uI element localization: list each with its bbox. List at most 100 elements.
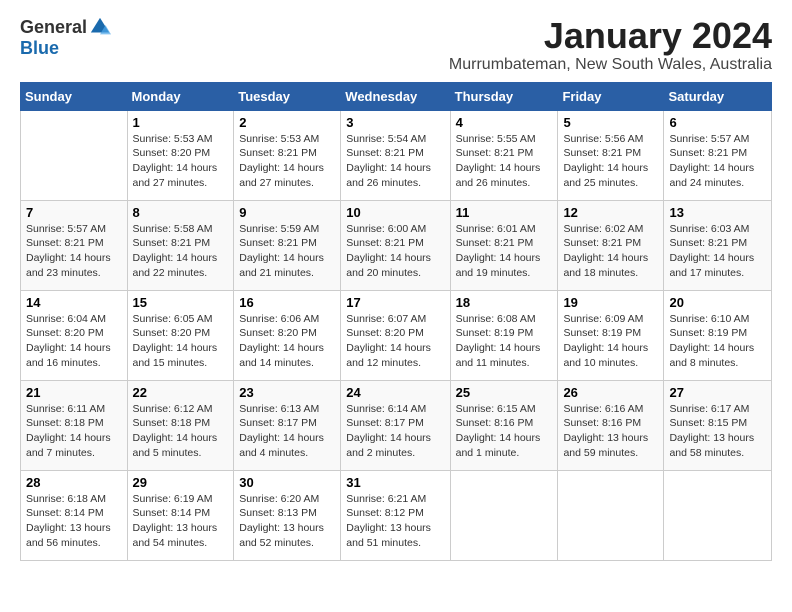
- calendar-cell: 15 Sunrise: 6:05 AM Sunset: 8:20 PM Dayli…: [127, 290, 234, 380]
- day-info: Sunrise: 6:01 AM Sunset: 8:21 PM Dayligh…: [456, 222, 553, 281]
- calendar-cell: 9 Sunrise: 5:59 AM Sunset: 8:21 PM Daylig…: [234, 200, 341, 290]
- day-number: 30: [239, 475, 335, 490]
- day-number: 29: [133, 475, 229, 490]
- day-info: Sunrise: 5:54 AM Sunset: 8:21 PM Dayligh…: [346, 132, 444, 191]
- day-number: 21: [26, 385, 122, 400]
- calendar-cell: 10Sunrise: 6:00 AM Sunset: 8:21 PM Dayli…: [341, 200, 450, 290]
- day-info: Sunrise: 6:05 AM Sunset: 8:20 PM Dayligh…: [133, 312, 229, 371]
- calendar-cell: [664, 470, 772, 560]
- day-info: Sunrise: 6:11 AM Sunset: 8:18 PM Dayligh…: [26, 402, 122, 461]
- day-info: Sunrise: 6:04 AM Sunset: 8:20 PM Dayligh…: [26, 312, 122, 371]
- calendar-week-3: 21 Sunrise: 6:11 AM Sunset: 8:18 PM Dayli…: [21, 380, 772, 470]
- calendar-cell: [558, 470, 664, 560]
- day-number: 8: [133, 205, 229, 220]
- day-info: Sunrise: 5:53 AM Sunset: 8:20 PM Dayligh…: [133, 132, 229, 191]
- calendar-table: SundayMondayTuesdayWednesdayThursdayFrid…: [20, 82, 772, 561]
- calendar-cell: 31 Sunrise: 6:21 AM Sunset: 8:12 PM Dayli…: [341, 470, 450, 560]
- calendar-cell: 4 Sunrise: 5:55 AM Sunset: 8:21 PM Daylig…: [450, 110, 558, 200]
- header-day-saturday: Saturday: [664, 82, 772, 110]
- calendar-cell: 26Sunrise: 6:16 AM Sunset: 8:16 PM Dayli…: [558, 380, 664, 470]
- day-number: 5: [563, 115, 658, 130]
- day-info: Sunrise: 6:19 AM Sunset: 8:14 PM Dayligh…: [133, 492, 229, 551]
- day-info: Sunrise: 5:59 AM Sunset: 8:21 PM Dayligh…: [239, 222, 335, 281]
- calendar-cell: [450, 470, 558, 560]
- day-number: 24: [346, 385, 444, 400]
- day-info: Sunrise: 6:08 AM Sunset: 8:19 PM Dayligh…: [456, 312, 553, 371]
- calendar-cell: 27 Sunrise: 6:17 AM Sunset: 8:15 PM Dayli…: [664, 380, 772, 470]
- calendar-cell: 30 Sunrise: 6:20 AM Sunset: 8:13 PM Dayli…: [234, 470, 341, 560]
- day-info: Sunrise: 5:58 AM Sunset: 8:21 PM Dayligh…: [133, 222, 229, 281]
- day-number: 19: [563, 295, 658, 310]
- day-number: 31: [346, 475, 444, 490]
- day-number: 13: [669, 205, 766, 220]
- day-info: Sunrise: 6:17 AM Sunset: 8:15 PM Dayligh…: [669, 402, 766, 461]
- day-info: Sunrise: 6:03 AM Sunset: 8:21 PM Dayligh…: [669, 222, 766, 281]
- calendar-cell: 8 Sunrise: 5:58 AM Sunset: 8:21 PM Daylig…: [127, 200, 234, 290]
- day-number: 12: [563, 205, 658, 220]
- day-number: 2: [239, 115, 335, 130]
- header-day-thursday: Thursday: [450, 82, 558, 110]
- calendar-cell: 21 Sunrise: 6:11 AM Sunset: 8:18 PM Dayli…: [21, 380, 128, 470]
- day-number: 15: [133, 295, 229, 310]
- day-number: 23: [239, 385, 335, 400]
- day-info: Sunrise: 6:20 AM Sunset: 8:13 PM Dayligh…: [239, 492, 335, 551]
- calendar-cell: 6Sunrise: 5:57 AM Sunset: 8:21 PM Daylig…: [664, 110, 772, 200]
- calendar-cell: 24 Sunrise: 6:14 AM Sunset: 8:17 PM Dayli…: [341, 380, 450, 470]
- day-info: Sunrise: 5:55 AM Sunset: 8:21 PM Dayligh…: [456, 132, 553, 191]
- calendar-body: 1 Sunrise: 5:53 AM Sunset: 8:20 PM Daylig…: [21, 110, 772, 560]
- day-number: 4: [456, 115, 553, 130]
- logo: General Blue: [20, 16, 111, 59]
- calendar-cell: 25 Sunrise: 6:15 AM Sunset: 8:16 PM Dayli…: [450, 380, 558, 470]
- day-info: Sunrise: 5:57 AM Sunset: 8:21 PM Dayligh…: [669, 132, 766, 191]
- day-info: Sunrise: 6:02 AM Sunset: 8:21 PM Dayligh…: [563, 222, 658, 281]
- header-day-wednesday: Wednesday: [341, 82, 450, 110]
- logo-general-text: General: [20, 17, 87, 38]
- logo-icon: [89, 16, 111, 38]
- day-info: Sunrise: 6:13 AM Sunset: 8:17 PM Dayligh…: [239, 402, 335, 461]
- day-number: 18: [456, 295, 553, 310]
- calendar-cell: 16Sunrise: 6:06 AM Sunset: 8:20 PM Dayli…: [234, 290, 341, 380]
- day-number: 10: [346, 205, 444, 220]
- day-info: Sunrise: 6:21 AM Sunset: 8:12 PM Dayligh…: [346, 492, 444, 551]
- day-number: 27: [669, 385, 766, 400]
- day-number: 28: [26, 475, 122, 490]
- day-number: 7: [26, 205, 122, 220]
- day-number: 11: [456, 205, 553, 220]
- day-info: Sunrise: 6:18 AM Sunset: 8:14 PM Dayligh…: [26, 492, 122, 551]
- calendar-title: January 2024: [449, 16, 772, 56]
- calendar-cell: 12 Sunrise: 6:02 AM Sunset: 8:21 PM Dayli…: [558, 200, 664, 290]
- day-info: Sunrise: 6:16 AM Sunset: 8:16 PM Dayligh…: [563, 402, 658, 461]
- calendar-cell: [21, 110, 128, 200]
- day-info: Sunrise: 6:15 AM Sunset: 8:16 PM Dayligh…: [456, 402, 553, 461]
- day-number: 20: [669, 295, 766, 310]
- calendar-week-2: 14Sunrise: 6:04 AM Sunset: 8:20 PM Dayli…: [21, 290, 772, 380]
- calendar-cell: 17Sunrise: 6:07 AM Sunset: 8:20 PM Dayli…: [341, 290, 450, 380]
- day-info: Sunrise: 6:09 AM Sunset: 8:19 PM Dayligh…: [563, 312, 658, 371]
- day-info: Sunrise: 6:14 AM Sunset: 8:17 PM Dayligh…: [346, 402, 444, 461]
- calendar-cell: 3 Sunrise: 5:54 AM Sunset: 8:21 PM Daylig…: [341, 110, 450, 200]
- header-day-monday: Monday: [127, 82, 234, 110]
- calendar-cell: 1 Sunrise: 5:53 AM Sunset: 8:20 PM Daylig…: [127, 110, 234, 200]
- header-day-tuesday: Tuesday: [234, 82, 341, 110]
- day-number: 9: [239, 205, 335, 220]
- calendar-cell: 28 Sunrise: 6:18 AM Sunset: 8:14 PM Dayli…: [21, 470, 128, 560]
- calendar-week-0: 1 Sunrise: 5:53 AM Sunset: 8:20 PM Daylig…: [21, 110, 772, 200]
- day-info: Sunrise: 5:53 AM Sunset: 8:21 PM Dayligh…: [239, 132, 335, 191]
- day-number: 1: [133, 115, 229, 130]
- page-header: General Blue January 2024 Murrumbateman,…: [20, 16, 772, 74]
- day-number: 16: [239, 295, 335, 310]
- calendar-header: SundayMondayTuesdayWednesdayThursdayFrid…: [21, 82, 772, 110]
- calendar-cell: 23 Sunrise: 6:13 AM Sunset: 8:17 PM Dayli…: [234, 380, 341, 470]
- header-day-sunday: Sunday: [21, 82, 128, 110]
- calendar-week-4: 28 Sunrise: 6:18 AM Sunset: 8:14 PM Dayli…: [21, 470, 772, 560]
- day-info: Sunrise: 5:57 AM Sunset: 8:21 PM Dayligh…: [26, 222, 122, 281]
- calendar-cell: 7 Sunrise: 5:57 AM Sunset: 8:21 PM Daylig…: [21, 200, 128, 290]
- calendar-cell: 19 Sunrise: 6:09 AM Sunset: 8:19 PM Dayli…: [558, 290, 664, 380]
- day-info: Sunrise: 6:12 AM Sunset: 8:18 PM Dayligh…: [133, 402, 229, 461]
- day-number: 25: [456, 385, 553, 400]
- calendar-cell: 29 Sunrise: 6:19 AM Sunset: 8:14 PM Dayli…: [127, 470, 234, 560]
- calendar-cell: 20Sunrise: 6:10 AM Sunset: 8:19 PM Dayli…: [664, 290, 772, 380]
- calendar-cell: 18 Sunrise: 6:08 AM Sunset: 8:19 PM Dayli…: [450, 290, 558, 380]
- day-info: Sunrise: 5:56 AM Sunset: 8:21 PM Dayligh…: [563, 132, 658, 191]
- day-number: 3: [346, 115, 444, 130]
